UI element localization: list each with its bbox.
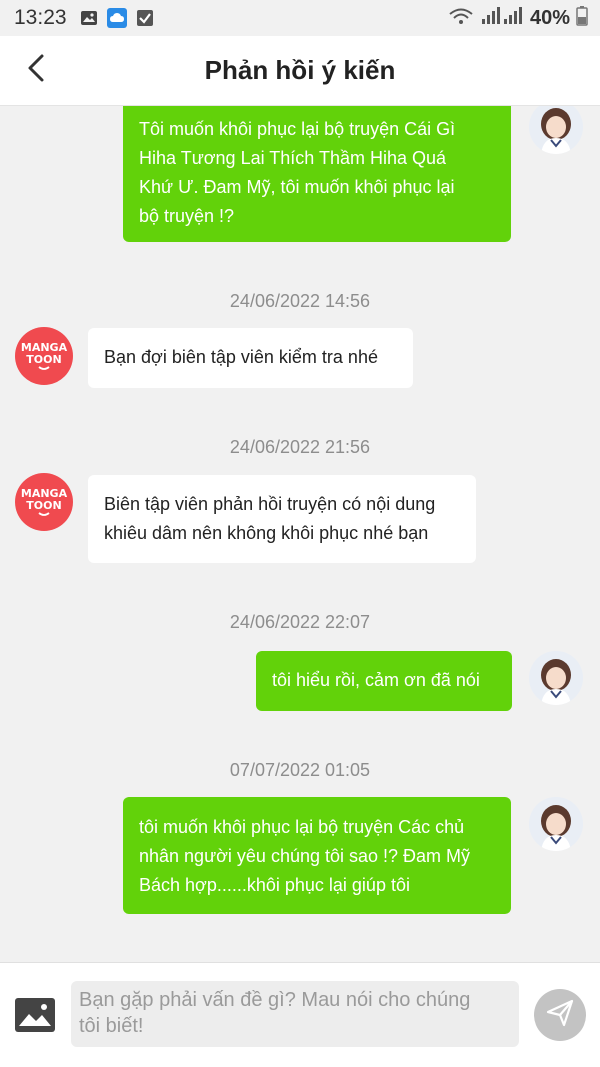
- message-composer: Bạn gặp phải vấn đề gì? Mau nói cho chún…: [0, 962, 600, 1067]
- message-line: Tôi muốn khôi phục lại bộ truyện Cái Gì: [139, 119, 456, 139]
- message-line: tôi hiểu rồi, cảm ơn đã nói: [272, 670, 480, 690]
- user-avatar[interactable]: [529, 797, 583, 851]
- input-placeholder: tôi biết!: [79, 1015, 144, 1037]
- mangatoon-logo: MANGA TOON: [15, 327, 73, 385]
- image-upload-button[interactable]: [14, 997, 56, 1033]
- message-line: nhân người yêu chúng tôi sao !? Đam Mỹ: [139, 846, 471, 866]
- logo-text: MANGA: [20, 486, 68, 500]
- gallery-icon: [79, 8, 99, 28]
- logo-text: TOON: [26, 498, 62, 512]
- status-bar: 13:23 40%: [0, 0, 600, 36]
- page-title: Phản hồi ý kiến: [204, 55, 396, 85]
- cloud-app-icon: [106, 8, 127, 28]
- timestamp: 24/06/2022 22:07: [229, 612, 371, 632]
- wifi-icon: [448, 6, 474, 30]
- message-bubble-incoming: Biên tập viên phản hồi truyện có nội dun…: [88, 475, 476, 563]
- timestamp: 07/07/2022 01:05: [229, 760, 371, 780]
- mangatoon-logo: MANGA TOON: [15, 473, 73, 531]
- message-bubble-outgoing: Tôi muốn khôi phục lại bộ truyện Cái Gì …: [123, 106, 511, 242]
- checkbox-icon: [135, 8, 155, 28]
- message-input[interactable]: Bạn gặp phải vấn đề gì? Mau nói cho chún…: [71, 981, 519, 1047]
- message-line: bộ truyện !?: [139, 206, 235, 226]
- message-line: Khứ Ư. Đam Mỹ, tôi muốn khôi phục lại: [139, 177, 455, 197]
- message-line: Bách hợp......khôi phục lại giúp tôi: [139, 875, 410, 895]
- signal-icon: [480, 6, 524, 30]
- chevron-left-icon: [25, 53, 47, 87]
- battery-icon: [576, 6, 588, 30]
- message-line: Biên tập viên phản hồi truyện có nội dun…: [104, 494, 436, 514]
- logo-text: TOON: [26, 352, 62, 366]
- back-button[interactable]: [18, 52, 54, 88]
- user-avatar[interactable]: [529, 106, 583, 154]
- message-line: khiêu dâm nên không khôi phục nhé bạn: [104, 523, 429, 543]
- image-icon: [14, 998, 56, 1037]
- send-icon: [545, 998, 575, 1032]
- message-line: Bạn đợi biên tập viên kiểm tra nhé: [104, 347, 378, 367]
- message-line: Hiha Tương Lai Thích Thầm Hiha Quá: [139, 148, 447, 168]
- input-placeholder: Bạn gặp phải vấn đề gì? Mau nói cho chún…: [79, 989, 471, 1011]
- message-bubble-outgoing: tôi hiểu rồi, cảm ơn đã nói: [256, 651, 512, 711]
- app-header: Phản hồi ý kiến: [0, 36, 600, 106]
- message-bubble-incoming: Bạn đợi biên tập viên kiểm tra nhé: [88, 328, 413, 388]
- user-avatar[interactable]: [529, 651, 583, 705]
- chat-area[interactable]: Tôi muốn khôi phục lại bộ truyện Cái Gì …: [0, 106, 600, 962]
- timestamp: 24/06/2022 14:56: [229, 291, 371, 311]
- timestamp: 24/06/2022 21:56: [229, 437, 371, 457]
- logo-text: MANGA: [20, 340, 68, 354]
- battery-level: 40%: [529, 6, 570, 29]
- send-button[interactable]: [534, 989, 586, 1041]
- message-line: tôi muốn khôi phục lại bộ truyện Các chủ: [139, 817, 465, 837]
- status-time: 13:23: [14, 6, 67, 29]
- message-bubble-outgoing: tôi muốn khôi phục lại bộ truyện Các chủ…: [123, 797, 511, 914]
